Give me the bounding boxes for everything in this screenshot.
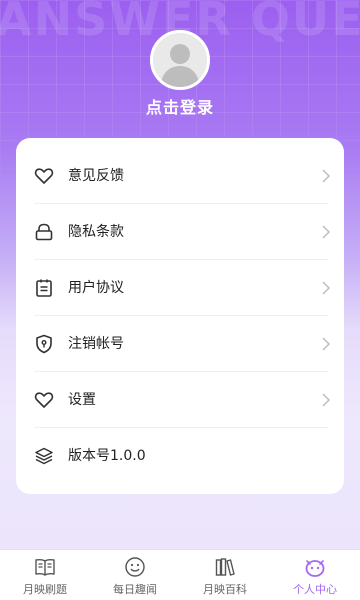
menu-item-version[interactable]: 版本号1.0.0 — [16, 428, 344, 484]
login-link[interactable]: 点击登录 — [0, 94, 360, 118]
tab-label: 每日趣闻 — [113, 583, 157, 596]
avatar[interactable] — [150, 30, 210, 90]
heart-icon — [34, 392, 54, 408]
bottom-tab-bar: 月映刷题 每日趣闻 月映百科 个人中心 — [0, 549, 360, 600]
menu-item-privacy[interactable]: 隐私条款 — [16, 204, 344, 260]
menu-item-label: 注销帐号 — [68, 336, 124, 352]
tab-daily-news[interactable]: 每日趣闻 — [90, 550, 180, 600]
chevron-right-icon — [322, 337, 330, 351]
default-user-icon — [153, 33, 207, 87]
chevron-right-icon — [322, 281, 330, 295]
menu-item-label: 意见反馈 — [68, 168, 124, 184]
layers-icon — [35, 447, 53, 465]
heart-icon — [34, 168, 54, 184]
menu-item-feedback[interactable]: 意见反馈 — [16, 148, 344, 204]
menu-item-label: 版本号1.0.0 — [68, 448, 146, 464]
chevron-right-icon — [322, 225, 330, 239]
chevron-right-icon — [322, 393, 330, 407]
menu-card: 意见反馈 隐私条款 用户协议 注销帐号 设置 版本号1.0.0 — [16, 138, 344, 494]
tab-label: 月映百科 — [203, 583, 247, 596]
menu-item-label: 设置 — [68, 392, 96, 408]
shield-icon — [36, 334, 52, 354]
clipboard-icon — [36, 279, 52, 297]
tab-profile[interactable]: 个人中心 — [270, 550, 360, 600]
tab-label: 月映刷题 — [23, 583, 67, 596]
menu-item-user-agreement[interactable]: 用户协议 — [16, 260, 344, 316]
tab-encyclopedia[interactable]: 月映百科 — [180, 550, 270, 600]
profile-face-icon — [305, 560, 325, 577]
menu-item-settings[interactable]: 设置 — [16, 372, 344, 428]
menu-item-delete-account[interactable]: 注销帐号 — [16, 316, 344, 372]
chevron-right-icon — [322, 169, 330, 183]
tab-practice[interactable]: 月映刷题 — [0, 550, 90, 600]
smiley-icon — [125, 557, 145, 577]
lock-icon — [35, 223, 53, 241]
tab-label: 个人中心 — [293, 583, 337, 596]
books-icon — [215, 558, 235, 576]
book-icon — [35, 559, 55, 576]
menu-item-label: 隐私条款 — [68, 224, 124, 240]
menu-item-label: 用户协议 — [68, 280, 124, 296]
